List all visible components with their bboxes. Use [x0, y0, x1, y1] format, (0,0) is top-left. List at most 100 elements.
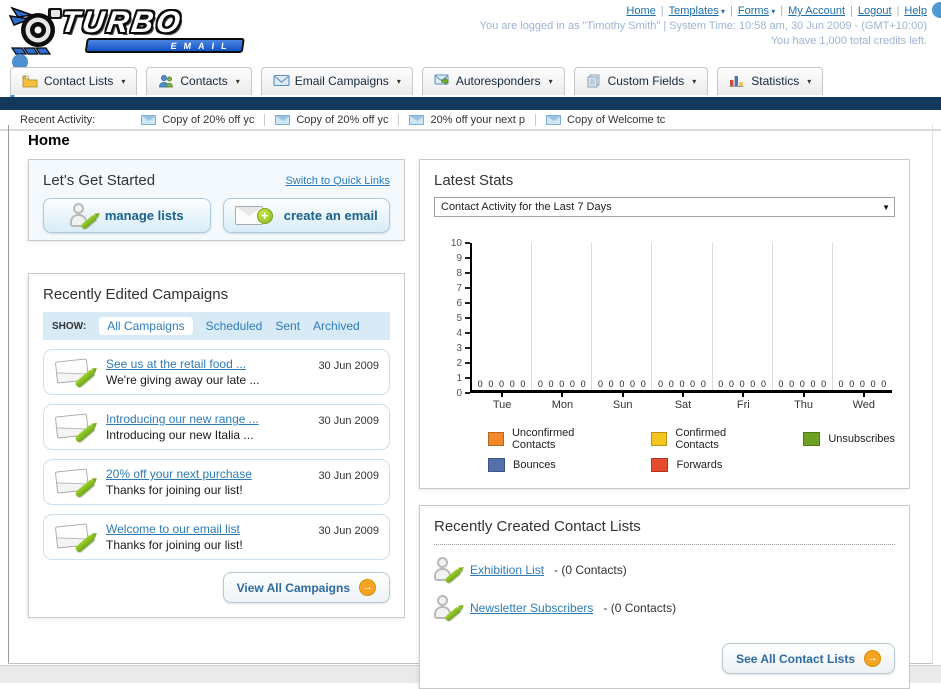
value-label: 0: [810, 379, 816, 389]
nav-link-logout[interactable]: Logout: [858, 5, 892, 17]
y-tick-label: 3: [456, 343, 462, 354]
value-label: 0: [679, 379, 685, 389]
chart-day-group: 00000: [771, 243, 832, 390]
value-label: 0: [619, 379, 625, 389]
contact-list-link[interactable]: Exhibition List: [470, 563, 544, 577]
filter-archived[interactable]: Archived: [313, 319, 360, 333]
tab-email-campaigns[interactable]: Email Campaigns ▾: [260, 67, 413, 95]
tab-label: Autoresponders: [455, 74, 541, 88]
value-label: 0: [859, 379, 865, 389]
x-tick-mark: [742, 393, 745, 397]
campaign-card[interactable]: 20% off your next purchase Thanks for joi…: [43, 459, 390, 505]
chevron-down-icon: ▼: [882, 202, 890, 212]
nav-link-my-account[interactable]: My Account: [788, 5, 845, 17]
help-bubble-icon[interactable]: [932, 2, 941, 18]
chevron-down-icon: ▾: [718, 7, 725, 16]
contact-activity-chart: 0 1 2 3 4 5 6 7 8 9 10 000000000000000000000000000…: [434, 238, 895, 472]
campaign-card[interactable]: Introducing our new range ... Introducing…: [43, 404, 390, 450]
legend-swatch: [488, 432, 504, 446]
page-title: Home: [28, 132, 70, 149]
x-tick-mark: [621, 393, 624, 397]
person-edit-icon: [69, 202, 98, 230]
campaign-title-link[interactable]: See us at the retail food ...: [106, 357, 308, 371]
campaign-title-link[interactable]: 20% off your next purchase: [106, 467, 308, 481]
tab-contact-lists[interactable]: Contact Lists ▾: [10, 67, 138, 95]
recent-activity-item[interactable]: 20% off your next p: [399, 113, 537, 126]
contact-lists-icon: [22, 74, 38, 88]
legend-item: Confirmed Contacts: [651, 427, 765, 451]
create-email-button[interactable]: + create an email: [222, 198, 390, 233]
chevron-down-icon: ▾: [235, 76, 240, 86]
legend-label: Unconfirmed Contacts: [511, 427, 575, 451]
value-label: 0: [778, 379, 784, 389]
filter-sent[interactable]: Sent: [275, 319, 300, 333]
y-tick-label: 0: [456, 388, 462, 399]
contacts-icon: [158, 74, 174, 88]
tab-contacts[interactable]: Contacts ▾: [146, 67, 252, 95]
campaign-subtitle: Introducing our new Italia ...: [106, 428, 254, 442]
x-tick-mark: [561, 393, 564, 397]
recent-activity-item[interactable]: Copy of Welcome tc: [536, 114, 675, 126]
y-tick-label: 7: [456, 283, 462, 294]
person-edit-icon: [434, 595, 462, 623]
view-all-campaigns-button[interactable]: View All Campaigns →: [222, 572, 390, 603]
contact-list-items: Exhibition List - (0 Contacts) Newsletter …: [434, 557, 895, 623]
manage-lists-button[interactable]: manage lists: [43, 198, 211, 233]
value-label: 0: [799, 379, 805, 389]
legend-swatch: [651, 432, 668, 446]
chart-day-group: 00000: [591, 243, 651, 390]
contact-list-link[interactable]: Newsletter Subscribers: [470, 601, 593, 615]
see-all-contact-lists-button[interactable]: See All Contact Lists →: [722, 643, 895, 674]
x-tick-label: Wed: [834, 393, 894, 411]
switch-quick-links-link[interactable]: Switch to Quick Links: [285, 175, 390, 187]
autoresponders-icon: [434, 74, 450, 88]
campaign-title-link[interactable]: Welcome to our email list: [106, 522, 308, 536]
recently-edited-campaigns-panel: Recently Edited Campaigns SHOW: All Camp…: [28, 273, 405, 618]
x-tick-label: Mon: [532, 393, 592, 411]
chart-day-group: 00000: [711, 243, 772, 390]
campaign-card[interactable]: See us at the retail food ... We're givin…: [43, 349, 390, 395]
logo-email-bar: EMAIL: [84, 38, 245, 53]
chevron-down-icon: ▾: [769, 7, 776, 16]
recent-activity-item-label: Copy of Welcome tc: [567, 113, 666, 126]
value-label: 0: [640, 379, 646, 389]
envelope-plus-icon: +: [234, 203, 275, 229]
stats-period-dropdown[interactable]: Contact Activity for the Last 7 Days ▼: [434, 197, 895, 217]
nav-link-templates[interactable]: Templates: [669, 5, 719, 17]
value-labels: 00000: [532, 379, 591, 389]
value-label: 0: [789, 379, 795, 389]
tab-label: Contact Lists: [44, 74, 114, 88]
value-label: 0: [548, 379, 554, 389]
envelope-icon: [141, 114, 157, 125]
chevron-down-icon: ▾: [807, 76, 812, 86]
tab-custom-fields[interactable]: Custom Fields ▾: [573, 67, 709, 95]
campaign-subtitle: Thanks for joining our list!: [106, 483, 243, 497]
statistics-icon: [729, 74, 745, 88]
nav-link-help[interactable]: Help: [904, 5, 927, 17]
recent-activity-item[interactable]: Copy of 20% off yc: [131, 113, 266, 126]
nav-link-home[interactable]: Home: [626, 5, 655, 17]
campaign-subtitle: Thanks for joining our list!: [106, 538, 243, 552]
campaign-card[interactable]: Welcome to our email list Thanks for join…: [43, 514, 390, 560]
filter-scheduled[interactable]: Scheduled: [206, 319, 263, 333]
value-label: 0: [849, 379, 855, 389]
value-label: 0: [760, 379, 766, 389]
chart-legend: Unconfirmed Contacts Confirmed Contacts Un…: [488, 427, 895, 472]
campaign-date: 30 Jun 2009: [318, 360, 379, 372]
tab-autoresponders[interactable]: Autoresponders ▾: [421, 67, 565, 95]
campaign-title-link[interactable]: Introducing our new range ...: [106, 412, 308, 426]
filter-all-campaigns[interactable]: All Campaigns: [99, 317, 193, 335]
recent-activity-item[interactable]: Copy of 20% off yc: [265, 113, 400, 126]
nav-link-forms[interactable]: Forms: [738, 5, 769, 17]
envelope-icon: [546, 114, 562, 125]
chart-day-group: 00000: [531, 243, 591, 390]
credits-text: You have 1,000 total credits left.: [770, 35, 927, 47]
chevron-down-icon: ▾: [548, 76, 553, 86]
tab-statistics[interactable]: Statistics ▾: [717, 67, 824, 95]
value-label: 0: [728, 379, 734, 389]
value-label: 0: [718, 379, 724, 389]
y-tick-label: 5: [456, 313, 462, 324]
contact-list-count: - (0 Contacts): [554, 563, 627, 577]
header-right: Home | Templates ▾ | Forms ▾ | My Account | Logo…: [480, 5, 927, 47]
chart-day-group: 00000: [472, 243, 531, 390]
